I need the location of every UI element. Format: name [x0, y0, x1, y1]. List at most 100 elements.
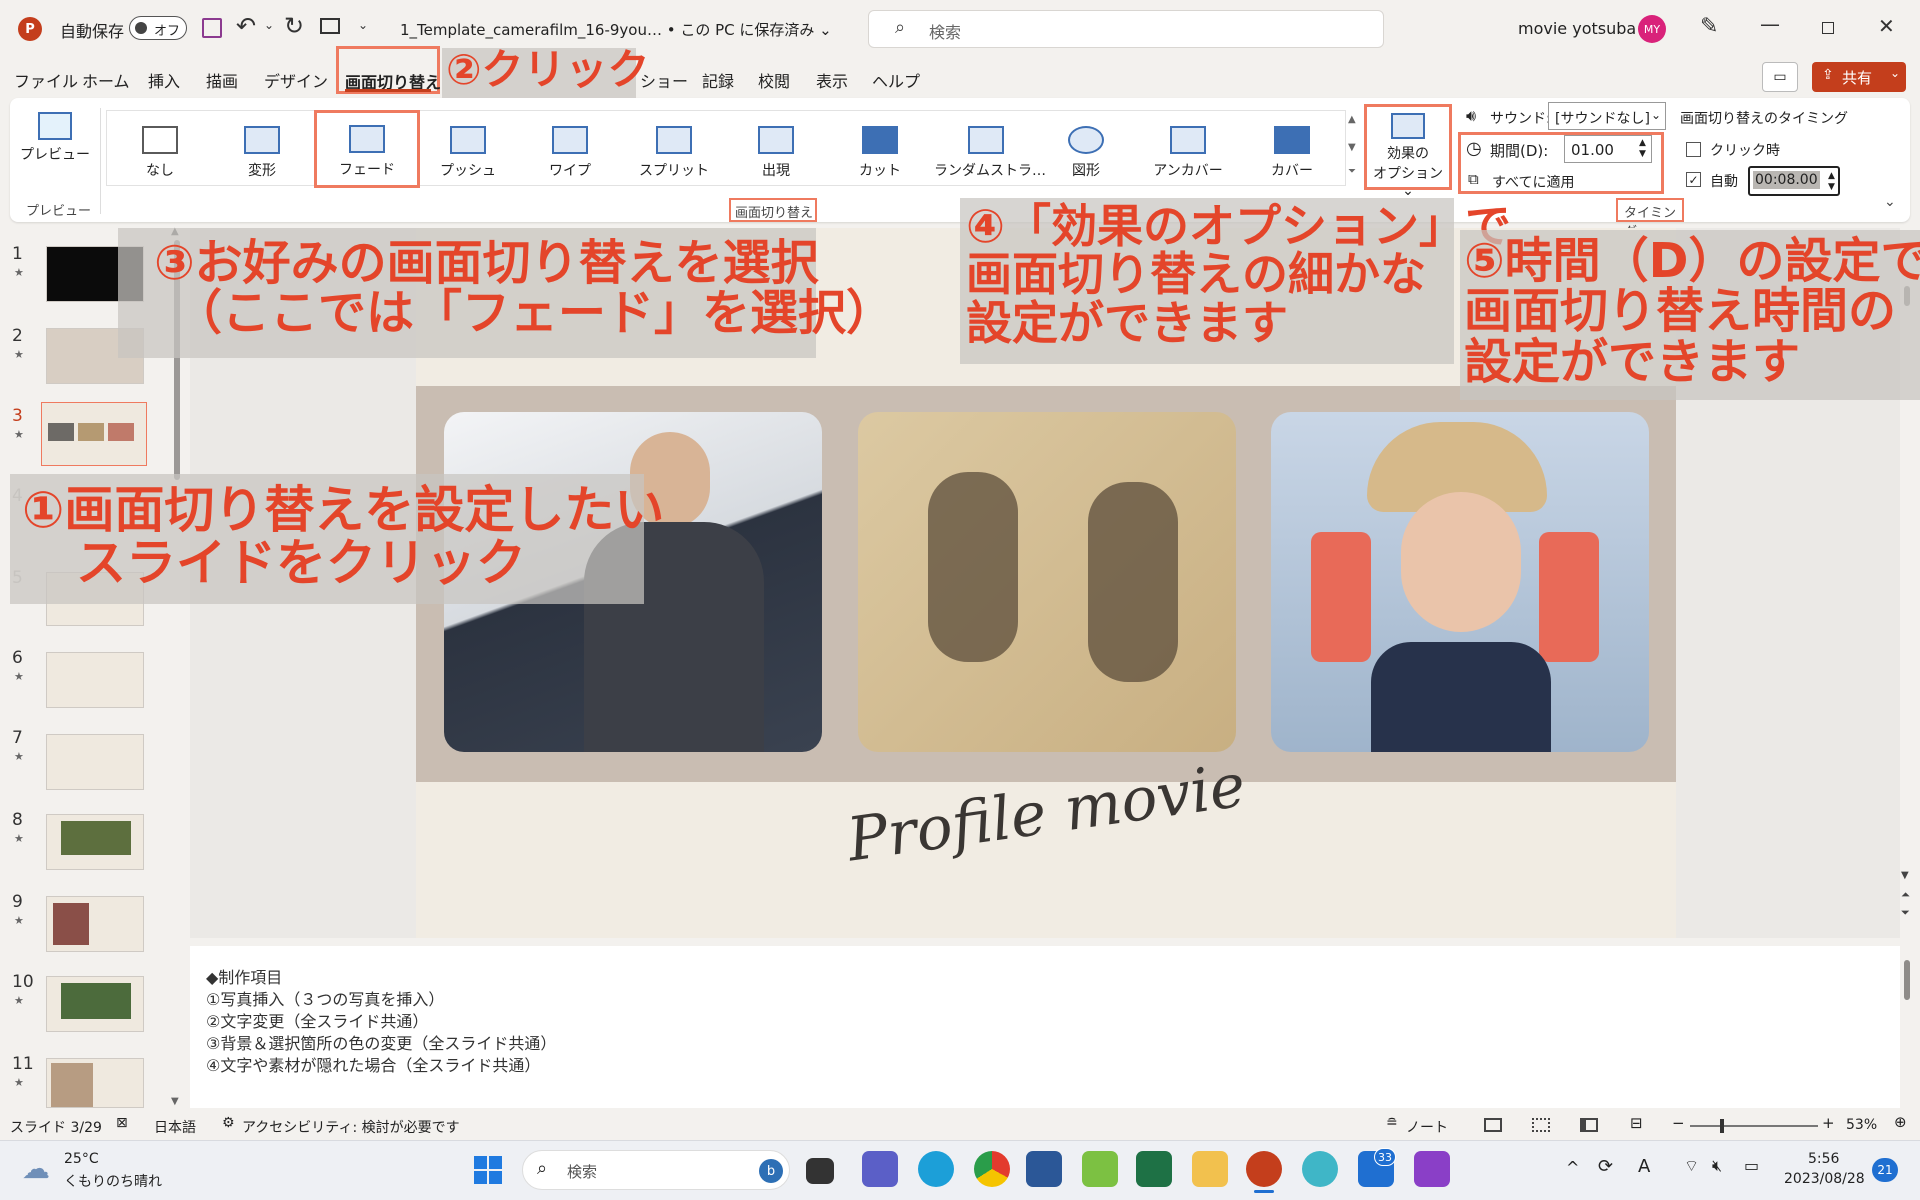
transition-none[interactable]: なし	[112, 118, 208, 190]
task-view-icon[interactable]	[806, 1158, 834, 1184]
duration-input[interactable]: 01.00 ▲ ▼	[1564, 135, 1652, 163]
spellcheck-icon[interactable]: ⊠	[116, 1115, 128, 1131]
comments-icon[interactable]: ▭	[1762, 62, 1798, 92]
thumb-scroll-down-icon[interactable]: ▼	[171, 1096, 179, 1107]
slide-thumbnail-10[interactable]	[46, 976, 144, 1032]
accessibility-status[interactable]: アクセシビリティ: 検討が必要です	[242, 1117, 460, 1137]
gallery-up-icon[interactable]: ▲	[1348, 114, 1356, 125]
transition-reveal[interactable]: 出現	[728, 118, 824, 190]
word-icon[interactable]	[1026, 1151, 1062, 1187]
ime-icon[interactable]: A	[1638, 1156, 1650, 1177]
minimize-icon[interactable]: —	[1760, 12, 1780, 36]
transition-uncover[interactable]: アンカバー	[1140, 118, 1236, 190]
autosave-toggle[interactable]: オフ	[129, 16, 187, 40]
chat-icon[interactable]	[862, 1151, 898, 1187]
photo-girl-popsicle[interactable]	[1271, 412, 1649, 752]
effect-options-button[interactable]: 効果の オプション ⌄	[1364, 104, 1452, 199]
auto-time-spinner-icon[interactable]: ▲ ▼	[1828, 171, 1835, 193]
slide-thumbnail-11[interactable]	[46, 1058, 144, 1108]
zoom-out-icon[interactable]: −	[1672, 1114, 1685, 1132]
start-icon[interactable]	[474, 1156, 502, 1184]
tray-chevron-icon[interactable]: ^	[1566, 1158, 1579, 1177]
tab-file[interactable]: ファイル	[14, 68, 78, 92]
tab-help[interactable]: ヘルプ	[872, 68, 920, 92]
transition-wipe[interactable]: ワイプ	[522, 118, 618, 190]
redo-icon[interactable]: ↻	[284, 12, 304, 40]
app-cloud-icon[interactable]	[1302, 1151, 1338, 1187]
auto-time-input[interactable]: 00:08.00 ▲ ▼	[1748, 166, 1840, 196]
excel-icon[interactable]	[1136, 1151, 1172, 1187]
tab-draw[interactable]: 描画	[206, 68, 238, 92]
slideshow-view-icon[interactable]: ⊟	[1630, 1114, 1643, 1132]
tab-home[interactable]: ホーム	[82, 68, 130, 92]
tab-view[interactable]: 表示	[816, 68, 848, 92]
explorer-icon[interactable]	[1192, 1151, 1228, 1187]
restore-icon[interactable]	[1822, 22, 1834, 34]
notes-scroll-thumb[interactable]	[1904, 960, 1910, 1000]
notes-pane[interactable]	[190, 946, 1900, 1108]
notification-badge[interactable]: 21	[1872, 1158, 1898, 1182]
share-button[interactable]: ⇪ 共有 ⌄	[1812, 62, 1906, 92]
transition-push[interactable]: プッシュ	[420, 118, 516, 190]
clock-date[interactable]: 2023/08/28	[1784, 1171, 1865, 1187]
transition-cover[interactable]: カバー	[1244, 118, 1340, 190]
search-box[interactable]: ⌕ 検索	[868, 10, 1384, 48]
notes-toggle-button[interactable]: ノート	[1406, 1117, 1448, 1137]
slide-thumbnail-6[interactable]	[46, 652, 144, 708]
transition-morph[interactable]: 変形	[214, 118, 310, 190]
preview-button[interactable]: プレビュー	[20, 108, 90, 172]
tab-insert[interactable]: 挿入	[148, 68, 180, 92]
zoom-level[interactable]: 53%	[1846, 1117, 1877, 1133]
fit-to-window-icon[interactable]: ⊕	[1894, 1113, 1907, 1131]
sound-select[interactable]: [サウンドなし] ⌄	[1548, 102, 1666, 130]
gallery-more-icon[interactable]: ⏷	[1348, 166, 1356, 177]
on-click-checkbox[interactable]	[1686, 142, 1701, 157]
slide-thumbnail-3[interactable]	[41, 402, 147, 466]
slide-thumbnail-8[interactable]	[46, 814, 144, 870]
tab-record[interactable]: 記録	[702, 68, 734, 92]
photo-hands-shadow[interactable]	[858, 412, 1236, 752]
undo-dropdown-icon[interactable]: ⌄	[264, 18, 274, 32]
zoom-in-icon[interactable]: +	[1822, 1114, 1835, 1132]
slide-thumbnail-7[interactable]	[46, 734, 144, 790]
user-name[interactable]: movie yotsuba	[1518, 19, 1636, 38]
taskbar-search[interactable]: ⌕ 検索 b	[522, 1150, 790, 1190]
save-icon[interactable]	[202, 18, 222, 38]
ribbon-collapse-icon[interactable]: ⌄	[1884, 194, 1896, 210]
auto-checkbox[interactable]: ✓	[1686, 172, 1701, 187]
clock-time[interactable]: 5:56	[1808, 1151, 1839, 1167]
game-app-icon[interactable]	[1414, 1151, 1450, 1187]
edge-icon[interactable]	[918, 1151, 954, 1187]
present-from-start-icon[interactable]	[320, 18, 340, 34]
chrome-icon[interactable]	[974, 1151, 1010, 1187]
zoom-slider[interactable]	[1690, 1119, 1818, 1133]
duration-spinner-icon[interactable]: ▲ ▼	[1639, 138, 1646, 160]
mute-icon[interactable]: 🔇︎	[1712, 1156, 1722, 1176]
tab-transitions[interactable]: 画面切り替え	[336, 46, 441, 94]
undo-icon[interactable]: ↶	[236, 12, 256, 40]
powerpoint-taskbar-icon[interactable]	[1246, 1151, 1282, 1187]
weather-temp[interactable]: 25°C	[64, 1151, 99, 1167]
transition-shape[interactable]: 図形	[1038, 118, 1134, 190]
next-slide-icon[interactable]: ⏷	[1901, 906, 1910, 920]
customize-toolbar-icon[interactable]: ⌄	[358, 18, 368, 32]
prev-slide-icon[interactable]: ⏶	[1901, 888, 1910, 902]
close-icon[interactable]: ✕	[1878, 14, 1895, 38]
sync-icon[interactable]: ⟳	[1598, 1156, 1613, 1177]
apply-all-button[interactable]: すべてに適用	[1492, 172, 1574, 192]
weather-desc[interactable]: くもりのち晴れ	[64, 1171, 162, 1191]
reading-view-icon[interactable]	[1580, 1118, 1598, 1132]
sorter-view-icon[interactable]	[1532, 1118, 1550, 1132]
transition-split[interactable]: スプリット	[626, 118, 722, 190]
scroll-down-icon[interactable]: ▼	[1901, 870, 1909, 881]
wps-icon[interactable]	[1082, 1151, 1118, 1187]
pen-icon[interactable]: ✎	[1700, 14, 1718, 39]
gallery-down-icon[interactable]: ▼	[1348, 142, 1356, 153]
zoom-slider-thumb[interactable]	[1720, 1119, 1724, 1133]
transition-random-bars[interactable]: ランダムストラ…	[934, 118, 1046, 190]
wifi-icon[interactable]: ⌔	[1684, 1156, 1699, 1176]
slide-count[interactable]: スライド 3/29	[10, 1117, 102, 1137]
battery-icon[interactable]: ▭	[1744, 1156, 1759, 1175]
tab-design[interactable]: デザイン	[264, 68, 328, 92]
tab-review[interactable]: 校閲	[758, 68, 790, 92]
